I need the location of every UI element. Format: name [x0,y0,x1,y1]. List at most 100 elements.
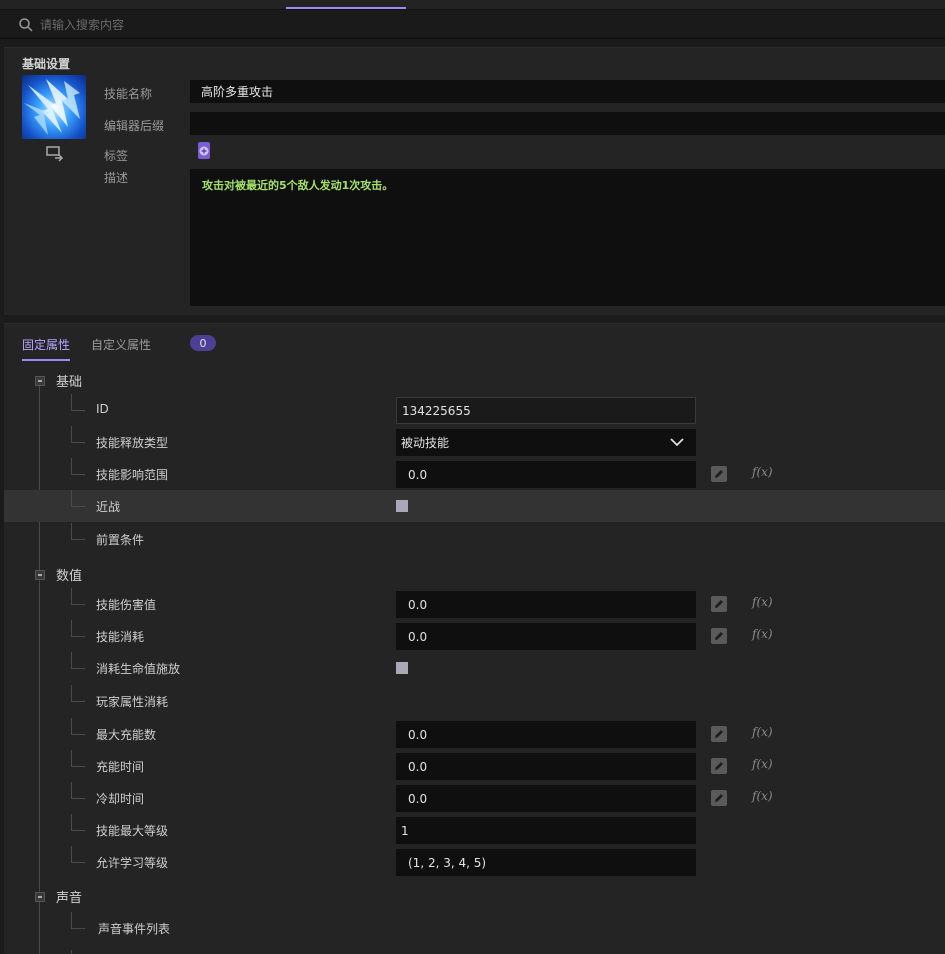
tree-elbow [71,458,85,475]
formula-fx-icon[interactable]: f(x) [752,789,773,803]
tree-line-stub [71,950,72,954]
tree-elbow [71,846,85,863]
row-melee-label: 近战 [96,500,121,514]
skill-art-icon [24,79,80,135]
tree-elbow [71,588,85,605]
row-range-label: 技能影响范围 [96,468,169,482]
basic-settings-panel: 基础设置 技能名称 高阶多重攻击 编辑器后缀 标签 描述 攻击对被最近的5个敌人… [4,47,945,315]
row-charge-time: 充能时间 0.0 f(x) [4,750,945,782]
row-cooldown: 冷却时间 0.0 f(x) [4,782,945,814]
editor-suffix-input[interactable] [190,112,945,135]
cost-input[interactable]: 0.0 [396,623,696,650]
edit-icon[interactable] [711,726,727,742]
tags-label: 标签 [104,149,129,163]
row-player-attr-cost: 玩家属性消耗 [4,685,945,717]
tree-elbow [71,750,85,767]
group-sound-collapse-icon[interactable] [35,892,45,902]
tree-elbow [71,782,85,799]
active-tab-indicator [286,7,406,9]
row-player-attr-cost-label: 玩家属性消耗 [96,695,169,709]
tree-elbow [71,912,85,929]
search-input[interactable] [40,17,440,32]
row-max-charges: 最大充能数 0.0 f(x) [4,718,945,750]
row-sound-events: 声音事件列表 [4,912,945,944]
row-cost: 技能消耗 0.0 f(x) [4,620,945,652]
damage-input[interactable]: 0.0 [396,591,696,618]
formula-fx-icon[interactable]: f(x) [752,757,773,771]
properties-panel: 固定属性 自定义属性 0 基础 ID 134225655 技能释放类型 被动技能… [4,323,945,954]
top-tab-bar [0,0,945,10]
row-cooldown-label: 冷却时间 [96,792,145,806]
id-input[interactable]: 134225655 [396,397,696,424]
range-input[interactable]: 0.0 [396,461,696,488]
swap-icon[interactable] [46,145,64,163]
row-learn-levels: 允许学习等级 (1, 2, 3, 4, 5) [4,846,945,878]
group-sound-label: 声音 [56,891,83,906]
skill-name-label: 技能名称 [104,87,153,101]
skill-name-input[interactable]: 高阶多重攻击 [190,80,945,103]
row-id-label: ID [96,402,109,416]
tree-elbow [71,718,85,735]
row-hp-cast: 消耗生命值施放 [4,652,945,684]
row-cast-type-label: 技能释放类型 [96,436,169,450]
tree-elbow [71,394,85,411]
description-label: 描述 [104,171,129,185]
edit-icon[interactable] [711,628,727,644]
tree-elbow [71,814,85,831]
row-learn-levels-label: 允许学习等级 [96,856,169,870]
row-sound-events-label: 声音事件列表 [98,922,171,936]
formula-fx-icon[interactable]: f(x) [752,595,773,609]
tree-elbow [71,620,85,637]
group-base-collapse-icon[interactable] [35,376,45,386]
formula-fx-icon[interactable]: f(x) [752,465,773,479]
row-hp-cast-label: 消耗生命值施放 [96,662,181,676]
row-precondition: 前置条件 [4,523,945,555]
tab-active-underline [22,359,70,361]
basic-settings-title: 基础设置 [22,57,71,71]
row-cast-type: 技能释放类型 被动技能 [4,426,945,458]
edit-icon[interactable] [711,596,727,612]
learn-levels-input[interactable]: (1, 2, 3, 4, 5) [396,849,696,876]
charge-time-input[interactable]: 0.0 [396,753,696,780]
tab-custom-properties[interactable]: 自定义属性 [91,336,151,353]
cast-type-value: 被动技能 [401,436,450,450]
tree-elbow [71,523,85,540]
formula-fx-icon[interactable]: f(x) [752,725,773,739]
description-textarea[interactable]: 攻击对被最近的5个敌人发动1次攻击。 [190,169,945,306]
row-damage: 技能伤害值 0.0 f(x) [4,588,945,620]
edit-icon[interactable] [711,466,727,482]
search-bar [0,11,945,39]
edit-icon[interactable] [711,758,727,774]
max-charges-input[interactable]: 0.0 [396,721,696,748]
search-icon [19,17,33,32]
row-damage-label: 技能伤害值 [96,598,157,612]
chevron-down-icon [670,438,684,447]
add-tag-button[interactable] [198,142,210,159]
tree-elbow [71,652,85,669]
tree-elbow [71,685,85,702]
row-melee: 近战 [4,490,945,522]
plus-circle-icon [199,146,209,155]
group-numeric-label: 数值 [56,569,83,584]
edit-icon[interactable] [711,790,727,806]
editor-suffix-label: 编辑器后缀 [104,119,165,133]
melee-checkbox[interactable] [396,500,408,512]
tab-fixed-properties[interactable]: 固定属性 [22,336,70,353]
row-range: 技能影响范围 0.0 f(x) [4,458,945,490]
custom-count-badge: 0 [190,335,216,351]
row-precondition-label: 前置条件 [96,533,145,547]
max-level-input[interactable]: 1 [396,817,696,844]
row-max-level: 技能最大等级 1 [4,814,945,846]
group-base-label: 基础 [56,375,83,390]
group-numeric-collapse-icon[interactable] [35,570,45,580]
cooldown-input[interactable]: 0.0 [396,785,696,812]
formula-fx-icon[interactable]: f(x) [752,627,773,641]
cast-type-select[interactable]: 被动技能 [396,429,696,456]
row-charge-time-label: 充能时间 [96,760,145,774]
hp-cast-checkbox[interactable] [396,662,408,674]
tree-elbow [71,490,85,507]
tree-elbow [71,426,85,443]
row-max-level-label: 技能最大等级 [96,824,169,838]
skill-icon-image[interactable] [22,75,86,139]
row-cost-label: 技能消耗 [96,630,145,644]
